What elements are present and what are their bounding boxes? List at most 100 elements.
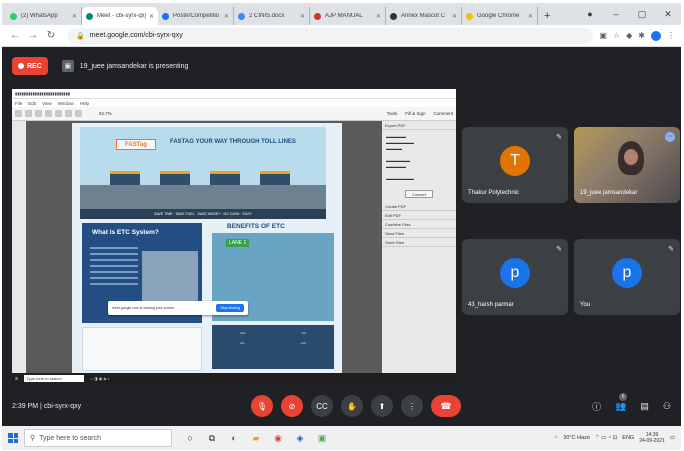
pdf-icon — [314, 12, 321, 20]
pdf-menu: File Edit View Window Help — [12, 99, 456, 107]
page-down-icon — [75, 110, 82, 117]
tab-poster[interactable]: PosterCompetitio ✕ — [158, 7, 234, 25]
url-input[interactable]: 🔒 meet.google.com/cbi-syrx-qxy — [68, 27, 594, 44]
new-tab-button[interactable]: + — [538, 7, 556, 25]
folder-icon[interactable]: ▰ — [250, 433, 262, 444]
close-icon[interactable]: ✕ — [72, 13, 77, 20]
language-indicator[interactable]: ENG — [622, 435, 634, 441]
tab-meet[interactable]: Meet - cbi-syrx-qxy ✕ — [82, 7, 158, 25]
back-icon[interactable]: ← — [8, 30, 22, 41]
edge-icon[interactable]: ◐ — [228, 433, 240, 444]
close-icon[interactable]: ✕ — [452, 13, 457, 20]
pane-section: Export PDF — [382, 121, 456, 130]
profile-dot-icon[interactable]: ● — [577, 9, 603, 19]
extensions: ▣ ☆ ◆ ✱ ⋮ — [599, 30, 675, 41]
windows-start-icon[interactable] — [8, 433, 18, 443]
close-window-icon[interactable]: ✕ — [655, 9, 681, 20]
pin-icon[interactable]: ✎ — [668, 245, 674, 253]
mail-icon — [45, 110, 52, 117]
leave-call-button[interactable]: ☎ — [431, 395, 461, 417]
chrome-icon[interactable]: ◉ — [272, 433, 284, 444]
participant-tile[interactable]: p ✎ You — [574, 239, 680, 315]
menu-icon[interactable]: ⋮ — [667, 31, 675, 40]
activities-icon[interactable]: ⚇ — [663, 401, 671, 412]
raise-hand-button[interactable]: ✋ — [341, 395, 363, 417]
pin-icon[interactable]: ✎ — [556, 133, 562, 141]
weather-text[interactable]: 30°C Haze — [563, 435, 590, 441]
puzzle-icon[interactable]: ✱ — [638, 31, 645, 40]
word-icon — [238, 12, 245, 20]
notification-icon[interactable]: ▭ — [670, 435, 675, 441]
tab-whatsapp[interactable]: (2) WhatsApp ✕ — [6, 7, 82, 25]
tray-icons[interactable]: ⌃ ▭ ◔ ⊡ — [595, 435, 617, 441]
weather-icon: ☀ — [553, 435, 559, 441]
taskbar-apps: ○ ◨ ◉ ◈ ◐ — [90, 375, 110, 381]
people-icon[interactable]: 👥 6 — [615, 392, 628, 412]
minimize-icon[interactable]: – — [603, 9, 629, 19]
github-icon — [390, 12, 397, 20]
close-icon[interactable]: ✕ — [376, 13, 381, 20]
tab-strip: (2) WhatsApp ✕ Meet - cbi-syrx-qxy ✕ Poste… — [2, 3, 681, 25]
banner-title: FASTAG YOUR WAY THROUGH TOLL LINES — [170, 139, 296, 145]
close-icon[interactable]: ✕ — [149, 13, 154, 20]
record-dot-icon — [18, 63, 24, 69]
info-icon[interactable]: ⓘ — [592, 400, 601, 413]
close-icon[interactable]: ✕ — [224, 13, 229, 20]
stop-sharing-button[interactable]: Stop sharing — [216, 304, 244, 312]
taskbar-search[interactable]: ⚲ Type here to search — [24, 429, 172, 447]
participant-name: 19_juee jamsandekar — [580, 190, 638, 196]
convert-button: Convert — [405, 190, 433, 198]
road-graphic — [80, 185, 326, 209]
avatar: T — [500, 146, 530, 176]
captions-button[interactable]: CC — [311, 395, 333, 417]
tab-chrome[interactable]: Google Chrome ✕ — [462, 7, 538, 25]
avatar: p — [500, 258, 530, 288]
maximize-icon[interactable]: ▢ — [629, 9, 655, 20]
cortana-icon[interactable]: ○ — [184, 433, 196, 444]
poster-page: FASTag FASTAG YOUR WAY THROUGH TOLL LINE… — [72, 123, 342, 373]
photos-icon[interactable]: ▣ — [316, 433, 328, 444]
whatsapp-icon — [10, 12, 17, 20]
docs-icon — [162, 12, 169, 20]
present-button[interactable]: ⬆ — [371, 395, 393, 417]
extension-icon[interactable]: ◆ — [626, 31, 632, 40]
camera-icon[interactable]: ▣ — [599, 31, 607, 40]
save-icon — [25, 110, 32, 117]
call-controls: 🎙 ⊘ CC ✋ ⬆ ⋮ ☎ — [251, 395, 461, 417]
pdf-sidebar — [12, 121, 26, 373]
fastag-logo: FASTag — [116, 139, 156, 150]
avatar[interactable] — [651, 30, 661, 41]
star-icon[interactable]: ☆ — [613, 31, 620, 40]
pdf-tools-tabs: Tools Fill & Sign Comment — [386, 111, 453, 116]
participant-tile[interactable]: ⋯ 19_juee jamsandekar — [574, 127, 680, 203]
store-icon[interactable]: ◈ — [294, 433, 306, 444]
pdf-body: FASTag FASTAG YOUR WAY THROUGH TOLL LINE… — [12, 121, 456, 373]
pane-section: Create PDF — [382, 202, 456, 211]
close-icon[interactable]: ✕ — [300, 13, 305, 20]
lock-icon: 🔒 — [76, 32, 85, 40]
camera-off-button[interactable]: ⊘ — [281, 395, 303, 417]
reload-icon[interactable]: ↻ — [44, 30, 58, 41]
speaking-icon: ⋯ — [665, 132, 675, 142]
close-icon[interactable]: ✕ — [528, 13, 533, 20]
task-view-icon[interactable]: ⧉ — [206, 433, 218, 444]
more-options-button[interactable]: ⋮ — [401, 395, 423, 417]
tab-ajp[interactable]: AJP MANUAL ✕ — [310, 7, 386, 25]
clock[interactable]: 14:39 24-09-2021 — [639, 432, 665, 444]
participant-tile[interactable]: T ✎ Thakur Polytechnic — [462, 127, 568, 203]
mic-off-button[interactable]: 🎙 — [251, 395, 273, 417]
present-screen-icon: ▣ — [61, 60, 74, 72]
pane-section: Send Files — [382, 229, 456, 238]
tab-annex[interactable]: Annex Mascot C ✕ — [386, 7, 462, 25]
chat-icon[interactable]: ▤ — [640, 401, 649, 412]
banner-strip: SAVE TIME · SAVE FUEL · SAVE MONEY · NO … — [80, 209, 326, 219]
participant-tile[interactable]: p ✎ 43_harsh parmar — [462, 239, 568, 315]
tab-cinis[interactable]: 2 CINIS.docx ✕ — [234, 7, 310, 25]
forward-icon[interactable]: → — [26, 30, 40, 41]
etc-text — [90, 247, 138, 289]
participant-name: Thakur Polytechnic — [468, 190, 520, 196]
avatar: p — [612, 258, 642, 288]
windows-icon: ⊞ — [15, 375, 19, 381]
window-controls: ● – ▢ ✕ — [577, 3, 681, 25]
pin-icon[interactable]: ✎ — [556, 245, 562, 253]
